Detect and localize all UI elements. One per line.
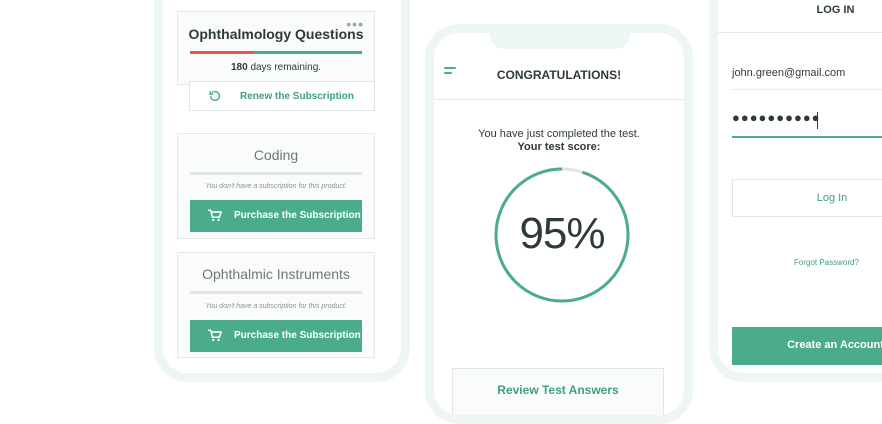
subscription-card-instruments: Ophthalmic Instruments You don't have a …: [177, 252, 375, 358]
score-value: 95%: [519, 209, 605, 258]
review-answers-button[interactable]: Review Test Answers: [452, 368, 664, 415]
subscription-card-coding: Coding You don't have a subscription for…: [177, 133, 375, 239]
cart-icon: [208, 329, 222, 342]
subscription-card-active: ••• Ophthalmology Questions 180 days rem…: [177, 11, 375, 85]
header-divider: [718, 32, 882, 33]
congratulations-title: CONGRATULATIONS!: [496, 68, 622, 82]
days-number: 180: [230, 62, 248, 73]
email-field[interactable]: john.green@gmail.com: [732, 67, 845, 79]
header-divider: [434, 99, 684, 100]
refresh-icon: [209, 90, 221, 102]
renew-label: Renew the Subscription: [240, 91, 354, 102]
completed-message: You have just completed the test.: [478, 128, 640, 140]
card-title: Ophthalmology Questions: [188, 26, 364, 42]
days-suffix: days remaining.: [250, 62, 322, 73]
score-label: Your test score:: [517, 141, 601, 153]
no-subscription-notice: You don't have a subscription for this p…: [205, 183, 347, 190]
review-answers-label: Review Test Answers: [497, 383, 619, 397]
create-account-button[interactable]: Create an Account: [732, 327, 882, 365]
login-button-label: Log In: [816, 192, 848, 204]
email-underline: [732, 89, 882, 90]
days-remaining: 180 days remaining.: [178, 62, 374, 73]
text-caret: [817, 112, 818, 129]
empty-progress-bar: [190, 291, 362, 294]
password-underline: [732, 136, 882, 138]
cart-icon: [208, 209, 222, 222]
purchase-subscription-button[interactable]: Purchase the Subscription: [190, 200, 362, 232]
card-title: Coding: [253, 147, 299, 163]
days-progress-remaining: [253, 51, 362, 54]
forgot-password-link[interactable]: Forgot Password?: [794, 258, 859, 267]
login-title: LOG IN: [816, 4, 855, 16]
empty-progress-bar: [190, 172, 362, 175]
password-field[interactable]: ●●●●●●●●●●: [732, 110, 821, 125]
login-button[interactable]: Log In: [732, 179, 882, 217]
test-result-phone: CONGRATULATIONS! You have just completed…: [425, 24, 693, 424]
purchase-subscription-button[interactable]: Purchase the Subscription: [190, 320, 362, 352]
purchase-label: Purchase the Subscription: [234, 210, 361, 221]
create-account-label: Create an Account: [787, 339, 882, 351]
days-progress-bar: [190, 51, 362, 54]
phone-notch: [490, 33, 630, 49]
subscriptions-phone: ••• Ophthalmology Questions 180 days rem…: [154, 0, 410, 382]
card-title: Ophthalmic Instruments: [202, 266, 350, 282]
purchase-label: Purchase the Subscription: [234, 330, 361, 341]
login-phone: LOG IN john.green@gmail.com ●●●●●●●●●● L…: [709, 0, 882, 382]
days-progress-fill: [190, 51, 254, 54]
no-subscription-notice: You don't have a subscription for this p…: [205, 303, 347, 310]
renew-subscription-button[interactable]: Renew the Subscription: [189, 81, 375, 111]
